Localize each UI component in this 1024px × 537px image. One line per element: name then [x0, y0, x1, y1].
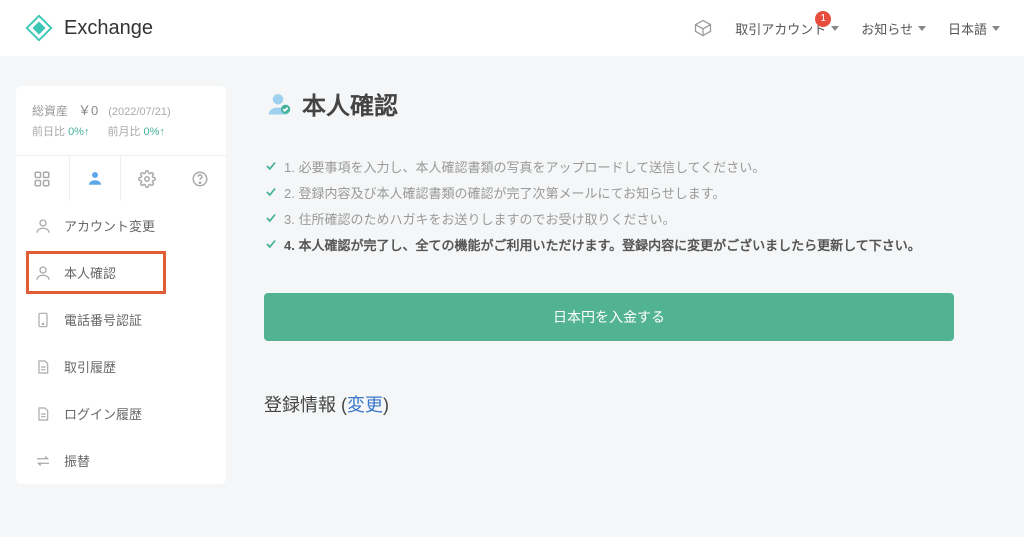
sidebar-menu: アカウント変更 本人確認 電話番号認証 取引履歴 ログイン履歴 振替	[16, 202, 226, 484]
menu-account-change[interactable]: アカウント変更	[16, 202, 226, 249]
check-icon	[264, 237, 278, 251]
step-text: 3. 住所確認のためハガキをお送りしますのでお受け取りください。	[284, 207, 675, 233]
header-nav: 取引アカウント 1 お知らせ 日本語	[693, 18, 1000, 38]
registration-info: 登録情報 (変更)	[264, 391, 984, 417]
language-menu[interactable]: 日本語	[948, 19, 1000, 38]
menu-label: ログイン履歴	[64, 404, 142, 423]
cube-icon-button[interactable]	[693, 18, 713, 38]
prev-day-label: 前日比	[32, 126, 65, 138]
cube-icon	[693, 18, 713, 38]
tab-help[interactable]	[174, 156, 227, 202]
chevron-down-icon	[831, 26, 839, 31]
id-icon	[34, 264, 52, 282]
step-text: 1. 必要事項を入力し、本人確認書類の写真をアップロードして送信してください。	[284, 155, 765, 181]
trading-account-label: 取引アカウント	[735, 19, 826, 38]
notification-badge: 1	[815, 11, 831, 27]
step-2: 2. 登録内容及び本人確認書類の確認が完了次第メールにてお知らせします。	[264, 181, 984, 207]
tab-settings[interactable]	[121, 156, 174, 202]
chevron-down-icon	[992, 26, 1000, 31]
trading-account-menu[interactable]: 取引アカウント 1	[735, 19, 839, 38]
menu-transaction-history[interactable]: 取引履歴	[16, 343, 226, 390]
page-title-text: 本人確認	[302, 86, 398, 121]
prev-day-pct: 0%↑	[68, 126, 89, 138]
user-icon	[86, 169, 104, 187]
document-icon	[34, 405, 52, 423]
language-label: 日本語	[948, 19, 987, 38]
menu-phone-verification[interactable]: 電話番号認証	[16, 296, 226, 343]
user-check-icon	[264, 90, 292, 118]
page-title: 本人確認	[264, 86, 984, 121]
gear-icon	[138, 170, 156, 188]
phone-icon	[34, 311, 52, 329]
step-1: 1. 必要事項を入力し、本人確認書類の写真をアップロードして送信してください。	[264, 155, 984, 181]
menu-identity-verification[interactable]: 本人確認	[16, 249, 226, 296]
menu-label: 取引履歴	[64, 357, 116, 376]
total-assets-date: (2022/07/21)	[108, 106, 170, 118]
registration-info-label: 登録情報	[264, 395, 336, 415]
prev-month-label: 前月比	[107, 126, 140, 138]
menu-label: 振替	[64, 451, 90, 470]
menu-transfer[interactable]: 振替	[16, 437, 226, 484]
tab-dashboard[interactable]	[16, 156, 69, 202]
help-icon	[191, 170, 209, 188]
check-icon	[264, 159, 278, 173]
prev-month-pct: 0%↑	[144, 126, 165, 138]
assets-summary: 総資産 ￥0 (2022/07/21) 前日比 0%↑ 前月比 0%↑	[16, 100, 226, 155]
logo[interactable]: Exchange	[24, 13, 153, 43]
menu-label: アカウント変更	[64, 216, 155, 235]
menu-login-history[interactable]: ログイン履歴	[16, 390, 226, 437]
total-assets-label: 総資産	[32, 102, 68, 119]
document-icon	[34, 358, 52, 376]
chevron-down-icon	[918, 26, 926, 31]
sidebar-tabs	[16, 155, 226, 202]
grid-icon	[33, 170, 51, 188]
tab-account[interactable]	[69, 156, 122, 202]
total-assets-amount: ￥0	[78, 100, 98, 119]
step-3: 3. 住所確認のためハガキをお送りしますのでお受け取りください。	[264, 207, 984, 233]
notices-menu[interactable]: お知らせ	[861, 19, 926, 38]
logo-icon	[24, 13, 54, 43]
user-outline-icon	[34, 217, 52, 235]
check-icon	[264, 185, 278, 199]
menu-label: 本人確認	[64, 263, 116, 282]
change-link[interactable]: 変更	[347, 395, 383, 415]
step-text: 2. 登録内容及び本人確認書類の確認が完了次第メールにてお知らせします。	[284, 181, 726, 207]
transfer-icon	[34, 452, 52, 470]
step-text: 4. 本人確認が完了し、全ての機能がご利用いただけます。登録内容に変更がございま…	[284, 233, 921, 259]
notices-label: お知らせ	[861, 19, 913, 38]
header: Exchange 取引アカウント 1 お知らせ 日本語	[0, 0, 1024, 56]
menu-label: 電話番号認証	[64, 310, 142, 329]
verification-steps: 1. 必要事項を入力し、本人確認書類の写真をアップロードして送信してください。 …	[264, 155, 984, 259]
deposit-jpy-button[interactable]: 日本円を入金する	[264, 293, 954, 341]
check-icon	[264, 211, 278, 225]
main-content: 本人確認 1. 必要事項を入力し、本人確認書類の写真をアップロードして送信してく…	[264, 86, 1024, 484]
sidebar: 総資産 ￥0 (2022/07/21) 前日比 0%↑ 前月比 0%↑	[16, 86, 226, 484]
brand-name: Exchange	[64, 17, 153, 40]
step-4: 4. 本人確認が完了し、全ての機能がご利用いただけます。登録内容に変更がございま…	[264, 233, 984, 259]
